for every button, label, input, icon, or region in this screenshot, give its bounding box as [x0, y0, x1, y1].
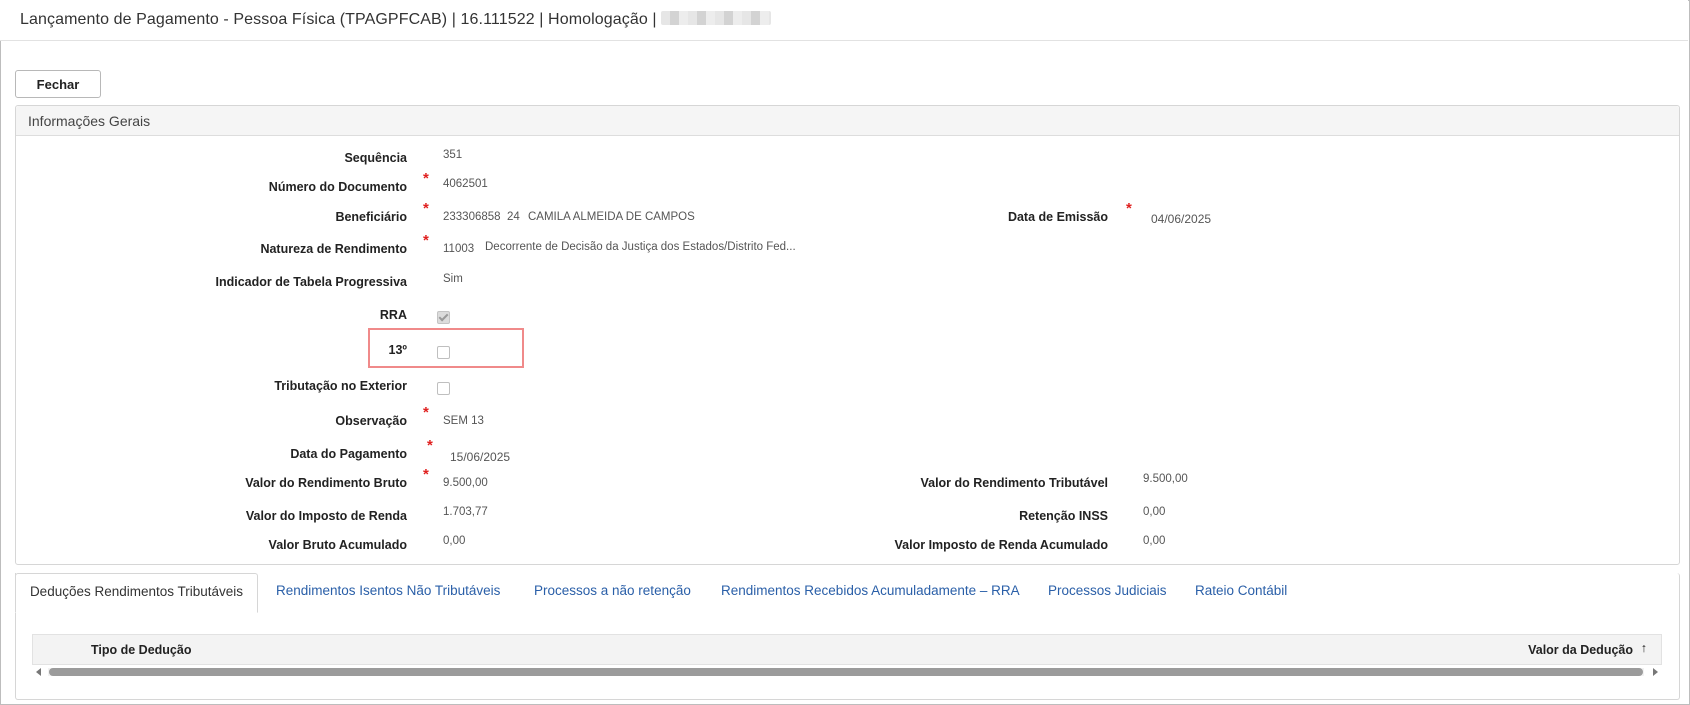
value-natureza-description: Decorrente de Decisão da Justiça dos Est…: [485, 241, 796, 253]
required-marker: *: [423, 404, 429, 421]
value-valor-rendimento-bruto: 9.500,00: [443, 477, 488, 489]
tab-rendimentos-isentos[interactable]: Rendimentos Isentos Não Tributáveis: [276, 573, 500, 609]
grid-header: Tipo de Dedução Valor da Dedução ↑: [32, 634, 1662, 665]
checkbox-rra[interactable]: [437, 311, 450, 324]
value-data-pagamento: 15/06/2025: [450, 450, 511, 464]
value-sequencia: 351: [443, 149, 463, 161]
tab-rateio-contabil[interactable]: Rateio Contábil: [1195, 573, 1287, 609]
scroll-left-icon[interactable]: [36, 668, 41, 676]
label-data-pagamento: Data do Pagamento: [290, 447, 407, 461]
value-data-emissao: 04/06/2025: [1151, 212, 1212, 226]
label-valor-imposto-renda: Valor do Imposto de Renda: [245, 509, 407, 523]
value-valor-imposto-renda: 1.703,77: [443, 506, 488, 518]
value-retencao-inss: 0,00: [1143, 506, 1166, 518]
column-tipo-deducao[interactable]: Tipo de Dedução: [91, 643, 191, 657]
label-natureza-rendimento: Natureza de Rendimento: [260, 242, 407, 256]
label-numero-documento: Número do Documento: [268, 180, 407, 194]
required-marker: *: [423, 200, 429, 217]
value-beneficiario-code: 233306858: [443, 211, 501, 223]
value-observacao: SEM 13: [443, 415, 484, 427]
value-valor-bruto-acumulado: 0,00: [443, 535, 466, 547]
label-valor-rendimento-bruto: Valor do Rendimento Bruto: [245, 476, 407, 490]
label-rra: RRA: [379, 308, 407, 322]
label-tributacao-exterior: Tributação no Exterior: [274, 379, 407, 393]
tab-processos-nao-retencao[interactable]: Processos a não retenção: [534, 573, 691, 609]
tab-processos-judiciais[interactable]: Processos Judiciais: [1048, 573, 1167, 609]
column-valor-deducao[interactable]: Valor da Dedução: [1528, 643, 1633, 657]
value-natureza-code: 11003: [443, 243, 475, 255]
checkbox-13[interactable]: [437, 346, 450, 359]
label-observacao: Observação: [335, 414, 407, 428]
scroll-right-icon[interactable]: [1653, 668, 1658, 676]
required-marker: *: [423, 466, 429, 483]
required-marker: *: [423, 232, 429, 249]
horizontal-scrollbar[interactable]: [32, 665, 1662, 679]
required-marker: *: [1126, 200, 1132, 217]
label-valor-ir-acumulado: Valor Imposto de Renda Acumulado: [894, 538, 1108, 552]
label-beneficiario: Beneficiário: [335, 210, 407, 224]
label-data-emissao: Data de Emissão: [1007, 210, 1108, 224]
label-retencao-inss: Retenção INSS: [1019, 509, 1108, 523]
value-numero-documento: 4062501: [443, 178, 488, 190]
value-indicador-tabela: Sim: [443, 273, 463, 285]
value-beneficiario-sub: 24: [507, 211, 520, 223]
tab-rendimentos-rra[interactable]: Rendimentos Recebidos Acumuladamente – R…: [721, 573, 1020, 609]
label-13: 13º: [388, 343, 407, 357]
checkbox-tributacao-exterior[interactable]: [437, 382, 450, 395]
label-valor-bruto-acumulado: Valor Bruto Acumulado: [268, 538, 407, 552]
label-sequencia: Sequência: [344, 151, 407, 165]
value-beneficiario-name: CAMILA ALMEIDA DE CAMPOS: [528, 211, 695, 223]
required-marker: *: [423, 170, 429, 187]
scroll-thumb[interactable]: [49, 668, 1643, 676]
value-valor-rendimento-tributavel: 9.500,00: [1143, 473, 1188, 485]
sort-ascending-icon[interactable]: ↑: [1641, 641, 1647, 655]
required-marker: *: [427, 437, 433, 454]
label-valor-rendimento-tributavel: Valor do Rendimento Tributável: [920, 476, 1108, 490]
tab-deducoes-rendimentos-tributaveis[interactable]: Deduções Rendimentos Tributáveis: [15, 573, 258, 613]
value-valor-ir-acumulado: 0,00: [1143, 535, 1166, 547]
label-indicador-tabela: Indicador de Tabela Progressiva: [215, 275, 407, 289]
